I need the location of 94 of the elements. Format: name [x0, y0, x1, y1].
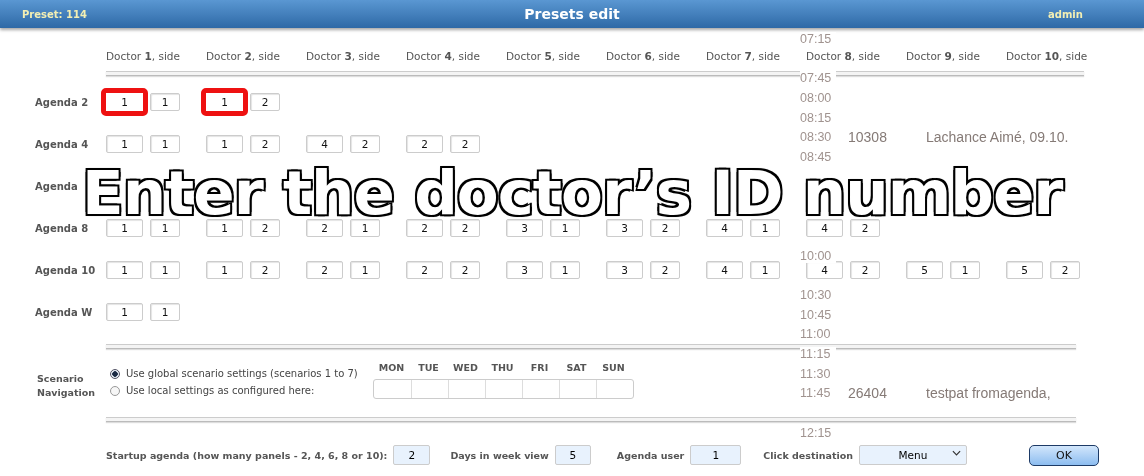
- column-header: Doctor 8, side: [806, 50, 881, 64]
- input-field[interactable]: 2: [406, 261, 443, 279]
- time-label: 10:00: [800, 248, 836, 263]
- input-field[interactable]: 1: [206, 261, 243, 279]
- preset-label: Preset: 114: [22, 8, 87, 20]
- input-field[interactable]: 1: [106, 261, 143, 279]
- input-field[interactable]: 1: [350, 261, 380, 279]
- input-field[interactable]: 1: [106, 219, 143, 237]
- input-field[interactable]: 1: [106, 303, 143, 321]
- input-field[interactable]: 2: [450, 135, 480, 153]
- input-field[interactable]: 1: [150, 303, 180, 321]
- input-field[interactable]: 3: [506, 261, 543, 279]
- input-field[interactable]: 3: [606, 219, 643, 237]
- column-header: Doctor 1, side: [106, 50, 181, 64]
- field-label: Days in week view: [450, 449, 549, 461]
- ok-button[interactable]: OK: [1029, 444, 1099, 466]
- day-header: TUE: [417, 362, 440, 373]
- input-field[interactable]: 3: [606, 261, 643, 279]
- day-header: MON: [377, 362, 406, 373]
- input-field[interactable]: 4: [806, 261, 843, 279]
- input-field[interactable]: 2: [850, 261, 880, 279]
- radio-button[interactable]: [110, 368, 120, 379]
- input-field[interactable]: 1: [101, 88, 148, 116]
- input-field[interactable]: 4: [706, 219, 743, 237]
- column-header: Doctor 2, side: [206, 50, 281, 64]
- input-field[interactable]: 1: [150, 93, 180, 111]
- input-field[interactable]: 1: [550, 219, 580, 237]
- column-header: Doctor 6, side: [606, 50, 681, 64]
- input-field[interactable]: 1: [206, 135, 243, 153]
- input-field[interactable]: 1: [950, 261, 980, 279]
- row-label: Agenda 4: [35, 138, 90, 150]
- input-field[interactable]: 1: [550, 261, 580, 279]
- user-label: admin: [1048, 8, 1083, 20]
- input-field[interactable]: 2: [450, 219, 480, 237]
- column-header: Doctor 9, side: [906, 50, 981, 64]
- field-label: Startup agenda (how many panels - 2, 4, 6, 8 or 10):: [106, 449, 388, 461]
- input-field[interactable]: 4: [306, 135, 343, 153]
- input-field[interactable]: 3: [506, 219, 543, 237]
- radio-button[interactable]: [110, 385, 120, 396]
- input-field[interactable]: 1: [106, 135, 143, 153]
- field-label: Agenda user: [616, 449, 685, 461]
- column-header: Doctor 5, side: [506, 50, 581, 64]
- input-field[interactable]: 5: [1006, 261, 1043, 279]
- input-field[interactable]: 2: [306, 261, 343, 279]
- input-field[interactable]: 5: [906, 261, 943, 279]
- input-field[interactable]: 1: [206, 219, 243, 237]
- input-field[interactable]: 2: [406, 135, 443, 153]
- input-field[interactable]: 2: [250, 219, 280, 237]
- input-field[interactable]: 2: [250, 261, 280, 279]
- input-field[interactable]: 1: [201, 88, 248, 116]
- row-label: Agenda W: [35, 306, 94, 318]
- row-label: Agenda 8: [35, 222, 90, 234]
- input-field[interactable]: 5: [554, 445, 591, 465]
- dropdown[interactable]: Menu: [859, 445, 967, 465]
- input-field[interactable]: 1: [750, 261, 780, 279]
- input-field[interactable]: 1: [150, 261, 180, 279]
- input-field[interactable]: 1: [690, 445, 742, 465]
- input-field[interactable]: 1: [350, 219, 380, 237]
- column-header: Doctor 10, side: [1006, 50, 1089, 64]
- input-field[interactable]: 2: [850, 219, 880, 237]
- day-header: WED: [452, 362, 479, 373]
- input-field[interactable]: 1: [750, 219, 780, 237]
- section-label: Scenario Navigation: [37, 372, 97, 400]
- row-label: Agenda: [35, 180, 79, 192]
- window-title: Presets edit: [524, 6, 620, 22]
- day-header: SAT: [565, 362, 588, 373]
- input-field[interactable]: 4: [806, 219, 843, 237]
- patient-name: testpat fromagenda,: [926, 385, 1051, 402]
- radio-label[interactable]: Use local settings as configured here:: [126, 385, 315, 396]
- input-field[interactable]: 1: [150, 135, 180, 153]
- input-field[interactable]: 2: [406, 219, 443, 237]
- input-field[interactable]: 2: [1050, 261, 1080, 279]
- input-field[interactable]: 4: [706, 261, 743, 279]
- input-field[interactable]: 2: [650, 219, 680, 237]
- input-field[interactable]: 2: [393, 445, 431, 465]
- patient-name: Lachance Aimé, 09.10.: [926, 129, 1069, 146]
- input-field[interactable]: 2: [250, 135, 280, 153]
- field-label: Click destination: [763, 449, 853, 461]
- input-field[interactable]: 2: [306, 219, 343, 237]
- input-field[interactable]: 2: [350, 135, 380, 153]
- input-field[interactable]: 2: [250, 93, 280, 111]
- day-header: FRI: [529, 362, 550, 373]
- day-header: SUN: [601, 362, 626, 373]
- radio-label[interactable]: Use global scenario settings (scenarios 1 to 7): [126, 368, 358, 379]
- input-field[interactable]: 2: [450, 261, 480, 279]
- column-header: Doctor 7, side: [706, 50, 781, 64]
- day-header: THU: [490, 362, 515, 373]
- row-label: Agenda 10: [35, 264, 97, 276]
- input-field[interactable]: 1: [150, 219, 180, 237]
- column-header: Doctor 4, side: [406, 50, 481, 64]
- column-header: Doctor 3, side: [306, 50, 381, 64]
- chevron-icon: [952, 450, 961, 456]
- row-label: Agenda 2: [35, 96, 90, 108]
- input-field[interactable]: 2: [650, 261, 680, 279]
